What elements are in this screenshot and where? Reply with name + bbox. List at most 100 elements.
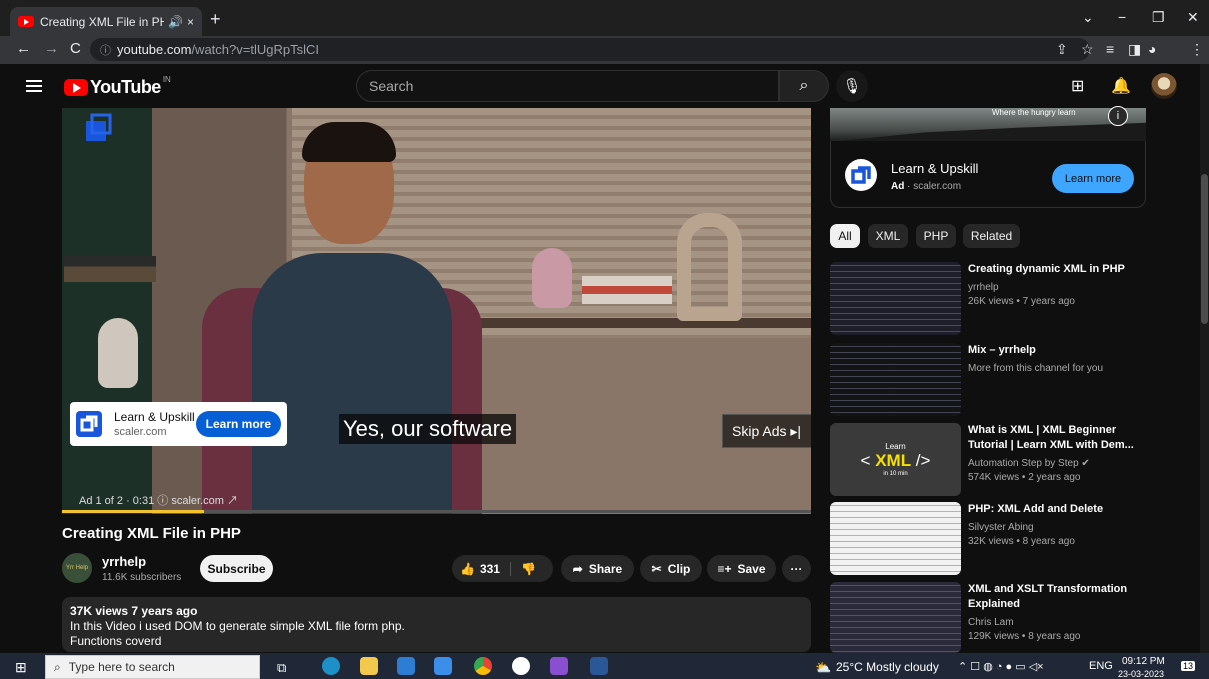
- create-video-icon[interactable]: ⊞: [1071, 76, 1084, 96]
- store-icon[interactable]: [397, 657, 415, 675]
- app-icon[interactable]: [512, 657, 530, 675]
- recommendation-meta: 129K views • 8 years ago: [968, 631, 1081, 642]
- notification-count[interactable]: 13: [1181, 661, 1196, 671]
- hamburger-menu-icon[interactable]: [26, 80, 42, 92]
- maximize-button[interactable]: ❐: [1152, 9, 1165, 26]
- sidebar-ad-panel[interactable]: Learn & Upskill Ad · scaler.com Learn mo…: [830, 141, 1146, 208]
- tab-close-button[interactable]: ×: [187, 15, 194, 29]
- recommendation-channel: Silvyster Abing: [968, 522, 1034, 533]
- edge-browser-icon[interactable]: [322, 657, 340, 675]
- dislike-button[interactable]: 👎: [511, 562, 536, 576]
- reading-list-icon[interactable]: ≡: [1106, 41, 1114, 57]
- recommendation-item[interactable]: Creating dynamic XML in PHP yrrhelp 26K …: [830, 262, 1146, 335]
- more-actions-button[interactable]: ···: [782, 555, 811, 582]
- player-ad-card[interactable]: Learn & Upskill scaler.com Learn more: [70, 402, 287, 446]
- scissors-icon: ✂: [651, 561, 662, 576]
- word-icon[interactable]: [590, 657, 608, 675]
- browser-menu-icon[interactable]: ⋮: [1190, 41, 1204, 58]
- site-info-icon[interactable]: ⓘ: [100, 42, 111, 58]
- search-button[interactable]: ⌕: [779, 70, 829, 102]
- channel-avatar[interactable]: Yrr Help: [62, 553, 92, 583]
- recommendation-item[interactable]: Learn < XML /> in 10 min What is XML | X…: [830, 423, 1146, 496]
- ad-label: Ad: [891, 181, 905, 192]
- profile-avatar-icon[interactable]: ◕: [1148, 41, 1156, 57]
- video-title: Creating XML File in PHP: [62, 525, 241, 542]
- skip-ads-button[interactable]: Skip Ads ▸|: [722, 414, 811, 448]
- ad-progress-bar[interactable]: [62, 510, 811, 513]
- ad-info-icon[interactable]: i: [1108, 106, 1128, 126]
- sidebar-ad-meta: Ad · scaler.com: [891, 181, 962, 192]
- sidebar-ad-learn-more-button[interactable]: Learn more: [1052, 164, 1134, 193]
- video-player[interactable]: [62, 108, 811, 514]
- weather-icon[interactable]: ⛅: [815, 660, 831, 676]
- thumb-text-learn: Learn: [885, 442, 906, 451]
- page-scrollbar[interactable]: [1200, 64, 1209, 653]
- recommendation-channel: Automation Step by Step ✔: [968, 458, 1090, 469]
- channel-name[interactable]: yrrhelp: [102, 554, 146, 569]
- bookmark-star-icon[interactable]: ☆: [1081, 41, 1094, 58]
- scrollbar-thumb[interactable]: [1201, 174, 1208, 324]
- recommendation-thumbnail[interactable]: [830, 343, 961, 416]
- save-button[interactable]: ≡+ Save: [707, 555, 776, 582]
- weather-text[interactable]: 25°C Mostly cloudy: [836, 660, 939, 674]
- chip-related[interactable]: Related: [963, 224, 1020, 248]
- account-avatar[interactable]: [1151, 73, 1177, 99]
- clock-date[interactable]: 23-03-2023: [1118, 669, 1164, 679]
- voice-search-button[interactable]: 🎙: [836, 70, 868, 102]
- file-explorer-icon[interactable]: [360, 657, 378, 675]
- reload-icon[interactable]: C: [70, 40, 81, 57]
- mail-icon[interactable]: [434, 657, 452, 675]
- taskbar-search-input[interactable]: ⌕ Type here to search: [45, 655, 260, 679]
- task-view-icon[interactable]: ⧉: [277, 660, 286, 676]
- url-host: youtube.com: [117, 42, 192, 57]
- video-frame-sculpture: [677, 213, 742, 321]
- share-button[interactable]: ➦ Share: [561, 555, 634, 582]
- visual-studio-icon[interactable]: [550, 657, 568, 675]
- minimize-button[interactable]: −: [1118, 9, 1126, 25]
- language-indicator[interactable]: ENG: [1089, 660, 1113, 672]
- search-input[interactable]: Search: [356, 70, 779, 102]
- browser-tab-active[interactable]: Creating XML File in PHP - Yo 🔊 ×: [10, 7, 202, 36]
- ad-card-learn-more-button[interactable]: Learn more: [195, 411, 281, 437]
- tab-search-button[interactable]: ⌄: [1082, 9, 1094, 26]
- clip-label: Clip: [667, 561, 691, 576]
- chip-all[interactable]: All: [830, 224, 860, 248]
- recommendation-item[interactable]: PHP: XML Add and Delete Silvyster Abing …: [830, 502, 1146, 575]
- subscribe-button[interactable]: Subscribe: [200, 555, 273, 582]
- windows-start-icon[interactable]: ⊞: [15, 659, 27, 676]
- video-frame-book-stack: [582, 276, 672, 304]
- recommendation-channel: Chris Lam: [968, 617, 1014, 628]
- youtube-logo[interactable]: YouTube IN: [64, 75, 171, 98]
- chrome-icon[interactable]: [474, 657, 492, 675]
- save-playlist-icon: ≡+: [717, 561, 732, 576]
- chip-xml[interactable]: XML: [868, 224, 908, 248]
- thumb-text-duration: in 10 min: [883, 471, 908, 477]
- back-arrow-icon[interactable]: ←: [16, 40, 31, 57]
- speaker-icon[interactable]: 🔊: [168, 15, 183, 29]
- new-tab-button[interactable]: +: [210, 9, 221, 30]
- like-button[interactable]: 👍 331: [460, 561, 511, 576]
- side-panel-icon[interactable]: ◨: [1128, 41, 1141, 58]
- video-caption: Yes, our software: [339, 414, 517, 444]
- recommendation-thumbnail[interactable]: [830, 582, 961, 653]
- recommendation-thumbnail[interactable]: [830, 262, 961, 335]
- sidebar-ad-banner[interactable]: Where the hungry learn i: [830, 106, 1146, 142]
- recommendation-channel: yrrhelp: [968, 282, 999, 293]
- share-page-icon[interactable]: ⇪: [1056, 41, 1068, 58]
- recommendation-item[interactable]: XML and XSLT Transformation Explained Ch…: [830, 582, 1146, 653]
- ad-info-text[interactable]: Ad 1 of 2 · 0:31 ⓘ scaler.com ↗: [79, 492, 238, 508]
- clip-button[interactable]: ✂ Clip: [640, 555, 702, 582]
- close-window-button[interactable]: ✕: [1187, 9, 1199, 26]
- url-field[interactable]: ⓘ youtube.com/watch?v=tlUgRpTslCI: [90, 38, 1090, 61]
- recommendation-thumbnail[interactable]: [830, 502, 961, 575]
- url-path: /watch?v=tlUgRpTslCI: [191, 42, 319, 57]
- chip-php[interactable]: PHP: [916, 224, 956, 248]
- video-description[interactable]: 37K views 7 years ago In this Video i us…: [62, 597, 811, 652]
- notifications-bell-icon[interactable]: 🔔: [1111, 76, 1131, 96]
- search-icon: ⌕: [54, 659, 61, 674]
- system-tray-icons[interactable]: ⌃ ☐ ◍ ◔ ● ▭ ◁×: [958, 660, 1044, 673]
- recommendation-thumbnail[interactable]: Learn < XML /> in 10 min: [830, 423, 961, 496]
- recommendation-item[interactable]: Mix – yrrhelp More from this channel for…: [830, 343, 1146, 416]
- clock-time[interactable]: 09:12 PM: [1122, 656, 1165, 667]
- forward-arrow-icon[interactable]: →: [44, 40, 59, 57]
